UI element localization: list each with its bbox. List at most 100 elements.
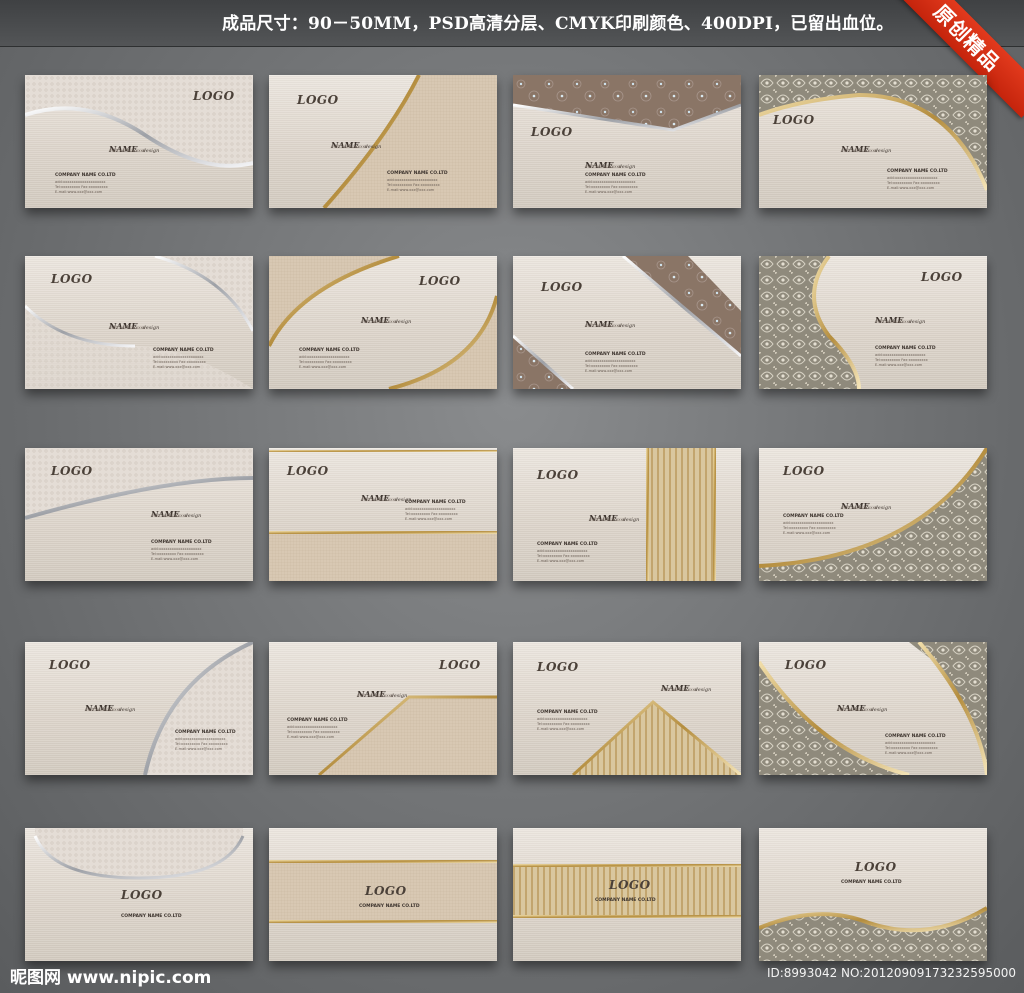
business-card[interactable]: LOGO NAME design mob:xxxxxxxxxxx COMPANY NA…	[25, 256, 253, 389]
card-company: COMPANY NAME CO.LTD	[405, 500, 466, 505]
card-contact-info: add:xxxxxxxxxxxxxxxxxxxx Tel:xxxxxxxxx Fa…	[887, 176, 940, 191]
card-email: E-mail:www.xxx@xxx.com	[153, 365, 201, 369]
card-name: NAME design	[85, 696, 135, 715]
card-logo: LOGO	[51, 272, 93, 286]
card-logo: LOGO	[773, 113, 815, 127]
card-company: COMPANY NAME CO.LTD	[595, 898, 656, 903]
card-mobile: mob:xxxxxxxxxxx	[151, 513, 188, 518]
card-email: E-mail:www.xxx@xxx.com	[175, 747, 223, 751]
card-logo: LOGO	[537, 660, 579, 674]
card-contact-info: add:xxxxxxxxxxxxxxxxxxxx Tel:xxxxxxxxx Fa…	[287, 725, 340, 740]
card-company: COMPANY NAME CO.LTD	[151, 540, 212, 545]
card-email: E-mail:www.xxx@xxx.com	[55, 190, 103, 194]
card-logo: LOGO	[855, 860, 897, 874]
card-name: NAME design	[589, 506, 639, 525]
card-logo: LOGO	[49, 658, 91, 672]
card-company: COMPANY NAME CO.LTD	[359, 904, 420, 909]
business-card[interactable]: LOGO NAME design mob:xxxxxxxxxxx COMPANY NA…	[25, 448, 253, 581]
card-logo: LOGO	[51, 464, 93, 478]
card-logo: LOGO	[193, 89, 235, 103]
card-email: E-mail:www.xxx@xxx.com	[537, 559, 585, 563]
card-company: COMPANY NAME CO.LTD	[55, 173, 116, 178]
card-contact-info: add:xxxxxxxxxxxxxxxxxxxx Tel:xxxxxxxxx Fa…	[55, 180, 108, 195]
card-mobile: mob:xxxxxxxxxxx	[837, 707, 874, 712]
card-logo: LOGO	[541, 280, 583, 294]
business-card[interactable]: LOGO NAME design mob:xxxxxxxxxxx COMPANY NA…	[269, 75, 497, 208]
card-company: COMPANY NAME CO.LTD	[121, 914, 182, 919]
card-email: E-mail:www.xxx@xxx.com	[299, 365, 347, 369]
business-card[interactable]: LOGO COMPANY NAME CO.LTD	[759, 828, 987, 961]
card-pattern	[513, 864, 741, 918]
card-company: COMPANY NAME CO.LTD	[585, 173, 646, 178]
card-name: NAME design	[585, 312, 635, 331]
business-card[interactable]: LOGO NAME design mob:xxxxxxxxxxx COMPANY NA…	[759, 642, 987, 775]
business-card[interactable]: LOGO NAME design mob:xxxxxxxxxxx COMPANY NA…	[759, 448, 987, 581]
card-contact-info: add:xxxxxxxxxxxxxxxxxxxx Tel:xxxxxxxxx Fa…	[585, 359, 638, 374]
card-logo: LOGO	[785, 658, 827, 672]
card-mobile: mob:xxxxxxxxxxx	[361, 319, 398, 324]
business-card[interactable]: LOGO NAME design mob:xxxxxxxxxxx COMPANY NA…	[759, 75, 987, 208]
card-contact-info: add:xxxxxxxxxxxxxxxxxxxx Tel:xxxxxxxxx Fa…	[299, 355, 352, 370]
card-name: NAME design	[109, 137, 159, 156]
business-card[interactable]: LOGO COMPANY NAME CO.LTD	[513, 828, 741, 961]
business-card[interactable]: LOGO COMPANY NAME CO.LTD	[269, 828, 497, 961]
card-mobile: mob:xxxxxxxxxxx	[841, 505, 878, 510]
business-card[interactable]: LOGO NAME design mob:xxxxxxxxxxx COMPANY NA…	[513, 256, 741, 389]
card-logo: LOGO	[537, 468, 579, 482]
business-card[interactable]: LOGO NAME design mob:xxxxxxxxxxx COMPANY NA…	[513, 448, 741, 581]
card-logo: LOGO	[439, 658, 481, 672]
card-name: NAME design	[357, 682, 407, 701]
card-company: COMPANY NAME CO.LTD	[887, 169, 948, 174]
card-email: E-mail:www.xxx@xxx.com	[887, 186, 935, 190]
card-contact-info: add:xxxxxxxxxxxxxxxxxxxx Tel:xxxxxxxxx Fa…	[783, 521, 836, 536]
card-name: NAME design	[361, 486, 411, 505]
card-logo: LOGO	[365, 884, 407, 898]
card-contact-info: add:xxxxxxxxxxxxxxxxxxxx Tel:xxxxxxxxx Fa…	[387, 178, 440, 193]
card-name: NAME design	[837, 696, 887, 715]
card-email: E-mail:www.xxx@xxx.com	[151, 557, 199, 561]
header-title: 成品尺寸：90－50MM，PSD高清分层、CMYK印刷颜色、400DPI，已留出…	[222, 14, 894, 34]
card-mobile: mob:xxxxxxxxxxx	[361, 497, 398, 502]
header-bar: 成品尺寸：90－50MM，PSD高清分层、CMYK印刷颜色、400DPI，已留出…	[0, 0, 1024, 47]
business-card[interactable]: LOGO NAME design mob:xxxxxxxxxxx COMPANY NA…	[25, 75, 253, 208]
business-card[interactable]: LOGO NAME design mob:xxxxxxxxxxx COMPANY NA…	[269, 448, 497, 581]
card-email: E-mail:www.xxx@xxx.com	[585, 190, 633, 194]
card-email: E-mail:www.xxx@xxx.com	[585, 369, 633, 373]
card-logo: LOGO	[121, 888, 163, 902]
business-card[interactable]: LOGO NAME design mob:xxxxxxxxxxx COMPANY NA…	[269, 642, 497, 775]
card-name: NAME design	[361, 308, 411, 327]
card-name: NAME design	[841, 137, 891, 156]
card-email: E-mail:www.xxx@xxx.com	[885, 751, 933, 755]
card-logo: LOGO	[419, 274, 461, 288]
card-email: E-mail:www.xxx@xxx.com	[287, 735, 335, 739]
card-company: COMPANY NAME CO.LTD	[585, 352, 646, 357]
card-mobile: mob:xxxxxxxxxxx	[585, 323, 622, 328]
business-card[interactable]: LOGO COMPANY NAME CO.LTD	[25, 828, 253, 961]
image-id: ID:8993042 NO:20120909173232595000	[766, 966, 1016, 980]
card-mobile: mob:xxxxxxxxxxx	[875, 319, 912, 324]
card-company: COMPANY NAME CO.LTD	[175, 730, 236, 735]
card-name: NAME design	[331, 133, 381, 152]
card-logo: LOGO	[921, 270, 963, 284]
card-logo: LOGO	[783, 464, 825, 478]
business-card[interactable]: LOGO NAME design mob:xxxxxxxxxxx COMPANY NA…	[513, 642, 741, 775]
card-contact-info: add:xxxxxxxxxxxxxxxxxxxx Tel:xxxxxxxxx Fa…	[585, 180, 638, 195]
card-contact-info: add:xxxxxxxxxxxxxxxxxxxx Tel:xxxxxxxxx Fa…	[151, 547, 204, 562]
card-mobile: mob:xxxxxxxxxxx	[841, 148, 878, 153]
card-company: COMPANY NAME CO.LTD	[299, 348, 360, 353]
card-company: COMPANY NAME CO.LTD	[783, 514, 844, 519]
card-mobile: mob:xxxxxxxxxxx	[357, 693, 394, 698]
business-card[interactable]: LOGO NAME design mob:xxxxxxxxxxx COMPANY NA…	[513, 75, 741, 208]
card-name: NAME design	[661, 676, 711, 695]
card-contact-info: add:xxxxxxxxxxxxxxxxxxxx Tel:xxxxxxxxx Fa…	[537, 549, 590, 564]
business-card[interactable]: LOGO NAME design mob:xxxxxxxxxxx COMPANY NA…	[269, 256, 497, 389]
card-logo: LOGO	[531, 125, 573, 139]
business-card[interactable]: LOGO NAME design mob:xxxxxxxxxxx COMPANY NA…	[759, 256, 987, 389]
business-card[interactable]: LOGO NAME design mob:xxxxxxxxxxx COMPANY NA…	[25, 642, 253, 775]
card-company: COMPANY NAME CO.LTD	[387, 171, 448, 176]
card-name: NAME design	[875, 308, 925, 327]
card-email: E-mail:www.xxx@xxx.com	[405, 517, 453, 521]
card-company: COMPANY NAME CO.LTD	[287, 718, 348, 723]
card-name: NAME design	[585, 153, 635, 172]
site-watermark: 昵图网 www.nipic.com	[10, 968, 212, 988]
